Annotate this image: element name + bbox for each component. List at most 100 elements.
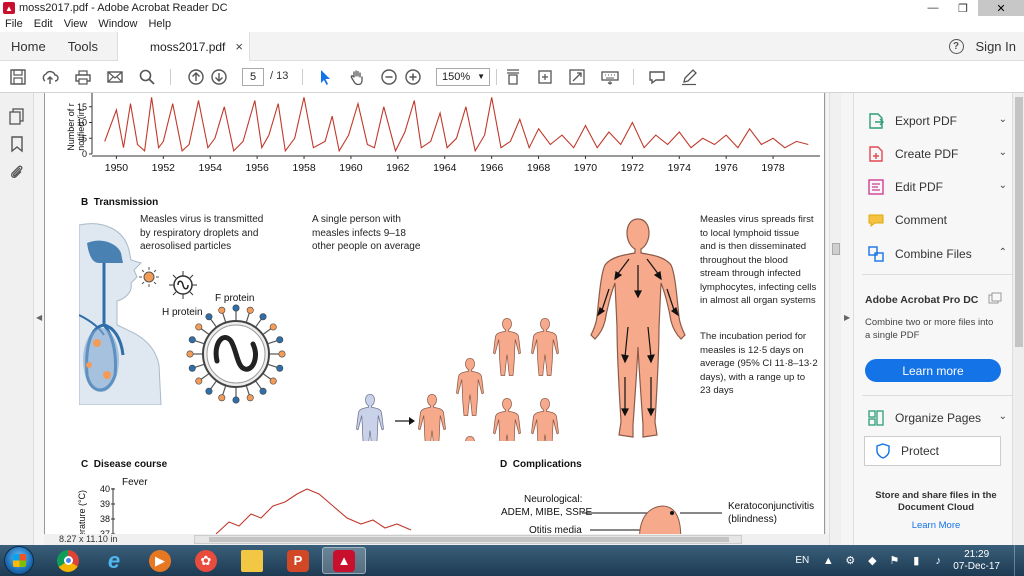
menu-help[interactable]: Help (143, 18, 177, 30)
promo-title: Adobe Acrobat Pro DC (865, 294, 979, 306)
pdf-page: 0 5 10 15 1950 1952 1954 1956 1958 1960 1962 1964 19… (44, 93, 825, 545)
chevron-down-icon: ⌄ (998, 147, 1007, 158)
create-pdf-item[interactable]: Create PDF ⌄ (867, 141, 1007, 167)
zoom-level-select[interactable]: 150% ▼ (436, 68, 490, 86)
taskbar-media-player[interactable]: ▶ (138, 547, 182, 574)
combine-files-item[interactable]: Combine Files ⌃ (867, 241, 1007, 267)
start-button[interactable] (4, 546, 34, 575)
page-display-icon[interactable] (503, 67, 523, 87)
text-line: 23 days (700, 385, 734, 396)
protect-item[interactable]: Protect (864, 436, 1001, 466)
page-number-input[interactable]: 5 (242, 68, 264, 86)
tab-home[interactable]: Home (0, 32, 57, 61)
comment-item[interactable]: Comment (867, 207, 1007, 233)
help-icon[interactable]: ? (948, 39, 964, 54)
language-indicator[interactable]: EN (795, 555, 809, 566)
search-icon[interactable] (137, 67, 157, 87)
zoom-out-icon[interactable] (379, 67, 399, 87)
scrollbar-thumb[interactable] (832, 243, 840, 255)
promo-settings-icon[interactable] (988, 292, 1002, 304)
email-icon[interactable] (105, 67, 125, 87)
keyboard-icon[interactable] (600, 67, 620, 87)
select-cursor-icon[interactable] (315, 67, 335, 87)
page-count: / 13 (270, 70, 289, 82)
print-icon[interactable] (73, 67, 93, 87)
previous-page-icon[interactable] (186, 67, 206, 87)
chevron-down-icon: ▼ (477, 72, 485, 81)
document-horizontal-scrollbar[interactable] (194, 535, 742, 544)
tray-app-icon[interactable]: ⚙ (843, 554, 857, 568)
document-cloud-text: Store and share files in the Document Cl… (875, 490, 997, 513)
section-c-heading: C Disease course (81, 459, 167, 470)
chart-series-line (104, 97, 809, 153)
learn-more-button[interactable]: Learn more (865, 359, 1001, 382)
chart-ylabel-line-2: notified (in (75, 109, 86, 151)
hand-tool-icon[interactable] (347, 67, 367, 87)
close-window-button[interactable]: ✕ (978, 0, 1024, 16)
menu-view[interactable]: View (59, 18, 94, 30)
close-tab-icon[interactable]: × (235, 39, 243, 54)
tab-tools[interactable]: Tools (57, 32, 109, 61)
save-icon[interactable] (8, 67, 28, 87)
virion-spike-head (278, 350, 286, 358)
taskbar-acrobat[interactable]: ▲ (322, 547, 366, 574)
menu-edit[interactable]: Edit (29, 18, 59, 30)
person-figure (418, 394, 446, 441)
full-screen-icon[interactable] (567, 67, 587, 87)
maximize-button[interactable]: ❐ (948, 0, 978, 16)
show-desktop-button[interactable] (1014, 545, 1024, 576)
neurological-label: Neurological: (524, 494, 583, 505)
person-figure (465, 436, 475, 441)
comment-bubble-icon (868, 214, 884, 227)
tray-flag-icon[interactable]: ⚑ (887, 554, 901, 568)
network-icon[interactable]: ▮ (909, 554, 923, 568)
bookmark-icon[interactable] (8, 135, 26, 153)
attachment-icon[interactable] (8, 163, 26, 181)
virion-spike-head (232, 396, 240, 404)
taskbar-powerpoint[interactable]: P (276, 547, 320, 574)
organize-pages-item[interactable]: Organize Pages ⌄ (867, 405, 1007, 431)
comment-icon[interactable] (647, 67, 667, 87)
fit-page-icon[interactable] (535, 67, 555, 87)
menu-file[interactable]: File (0, 18, 29, 30)
x-tick-label: 1960 (339, 162, 363, 174)
tray-update-icon[interactable]: ◆ (865, 554, 879, 568)
upload-cloud-icon[interactable] (40, 67, 60, 87)
app-icon: ✿ (195, 549, 217, 572)
virion-spike-head (205, 313, 213, 321)
tab-document[interactable]: moss2017.pdf × (117, 32, 250, 62)
scrollbar-thumb[interactable] (1015, 97, 1023, 347)
document-status-bar: 8.27 x 11.10 in (44, 534, 829, 545)
panel-divider (862, 395, 1012, 396)
tools-pane-scrollbar[interactable] (1012, 93, 1024, 545)
taskbar-internet-explorer[interactable]: e (92, 547, 136, 574)
next-page-icon[interactable] (209, 67, 229, 87)
text-line: lymphocytes, infecting cells (700, 281, 817, 293)
taskbar-chrome[interactable] (46, 547, 90, 574)
temp-tick: 40 (100, 484, 111, 494)
document-vertical-scrollbar[interactable] (829, 93, 841, 545)
page-thumbnails-icon[interactable] (8, 107, 26, 125)
neurological-sublabel: ADEM, MIBE, SSPE (501, 507, 593, 518)
person-figure (531, 398, 559, 441)
clock[interactable]: 21:29 07-Dec-17 (953, 549, 1000, 573)
taskbar-file-explorer[interactable] (230, 547, 274, 574)
infected-people-figures (356, 318, 559, 441)
x-tick-label: 1972 (621, 162, 645, 174)
left-panel-toggle[interactable]: ◀ (34, 93, 44, 545)
edit-pdf-item[interactable]: Edit PDF ⌄ (867, 174, 1007, 200)
x-tick-label: 1950 (105, 162, 129, 174)
temp-tick: 38 (100, 514, 111, 524)
scrollbar-thumb[interactable] (209, 537, 729, 542)
sign-in-link[interactable]: Sign In (976, 39, 1016, 54)
document-cloud-learn-more-link[interactable]: Learn More (872, 520, 1000, 531)
sign-pen-icon[interactable] (679, 67, 699, 87)
zoom-in-icon[interactable] (403, 67, 423, 87)
media-player-icon: ▶ (149, 549, 171, 572)
minimize-button[interactable]: — (918, 0, 948, 16)
menu-window[interactable]: Window (93, 18, 143, 30)
volume-icon[interactable]: ♪ (931, 554, 945, 568)
export-pdf-item[interactable]: Export PDF ⌄ (867, 108, 1007, 134)
taskbar-app[interactable]: ✿ (184, 547, 228, 574)
show-hidden-icons-icon[interactable]: ▲ (821, 554, 835, 568)
